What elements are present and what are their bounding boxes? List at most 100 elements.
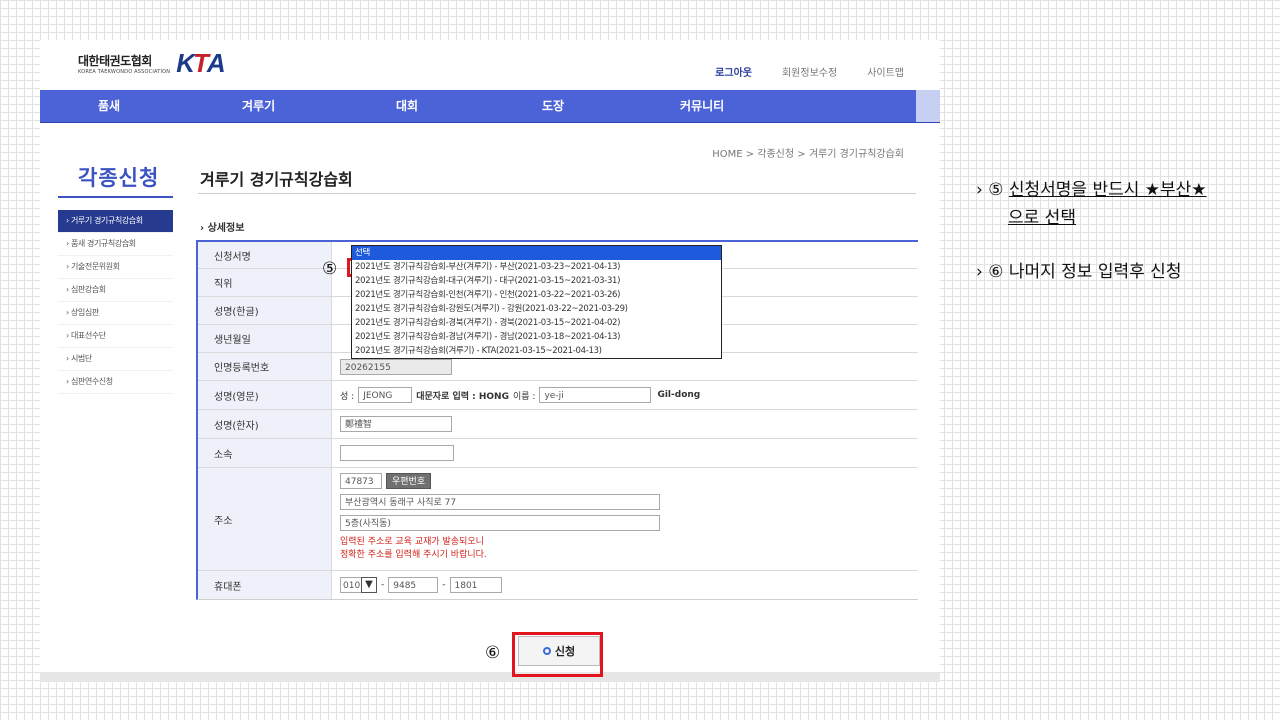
dropdown-option[interactable]: 2021년도 경기규칙강습회-경남(겨루기) - 경남(2021-03-18~2… xyxy=(352,330,721,344)
web-page: 대한태권도협회 KOREA TAEKWONDO ASSOCIATION KTA … xyxy=(40,40,940,682)
instruction-note-1-cont: 으로 선택 xyxy=(1008,203,1076,228)
note-1-prefix: › ⑤ xyxy=(976,180,1009,200)
form-label: 주소 xyxy=(198,468,332,570)
logo-english-text: KOREA TAEKWONDO ASSOCIATION xyxy=(78,68,171,75)
sidebar-item-label: 기술전문위원회 xyxy=(70,262,120,271)
page-title: 겨루기 경기규칙강습회 xyxy=(200,170,353,189)
surname-prefix: 성 : xyxy=(340,391,355,402)
chevron-down-icon[interactable]: ▼ xyxy=(361,577,377,593)
form-row-english-name: 성명(영문) 성 : JEONG 대문자로 입력 : HONG 이름 : ye-… xyxy=(198,381,918,410)
title-divider xyxy=(198,193,916,194)
section-title: › 상세정보 xyxy=(200,223,245,234)
phone-cell: 010 ▼ - 9485 - 1801 xyxy=(332,571,918,599)
affiliation-input[interactable] xyxy=(340,445,454,461)
affiliation-cell xyxy=(332,439,918,467)
given-name-prefix: 이름 : xyxy=(512,391,536,402)
form-label: 성명(영문) xyxy=(198,381,332,409)
address-notice: 입력된 주소로 교육 교재가 발송되오니 정확한 주소를 입력해 주시기 바랍니… xyxy=(340,536,487,562)
nav-item-kyorugi[interactable]: 겨루기 xyxy=(242,90,275,122)
sidebar-item-referee-training[interactable]: › 심판연수신청 xyxy=(58,371,173,394)
english-name-cell: 성 : JEONG 대문자로 입력 : HONG 이름 : ye-ji Gil-… xyxy=(332,381,918,409)
sidebar-item-label: 심판연수신청 xyxy=(70,377,113,386)
main-nav: 품새 겨루기 대회 도장 커뮤니티 xyxy=(40,90,940,123)
form-label: 인명등록번호 xyxy=(198,353,332,380)
sidebar-item-standing-referee[interactable]: › 상임심판 xyxy=(58,302,173,325)
uppercase-note: 대문자로 입력 : HONG xyxy=(416,391,509,402)
dropdown-option-busan[interactable]: 2021년도 경기규칙강습회-부산(겨루기) - 부산(2021-03-23~2… xyxy=(352,260,721,274)
postcode-input[interactable]: 47873 xyxy=(340,473,382,489)
sidebar-item-poomsae-seminar[interactable]: › 품새 경기규칙강습회 xyxy=(58,233,173,256)
sidebar-divider xyxy=(58,196,173,198)
hanja-name-input[interactable]: 鄭禮智 xyxy=(340,416,452,432)
highlight-submit-button xyxy=(512,632,603,677)
marker-six: ⑥ xyxy=(485,643,501,663)
form-label: 생년월일 xyxy=(198,325,332,352)
logo-korean-text: 대한태권도협회 xyxy=(78,53,152,68)
sidebar-item-label: 시범단 xyxy=(70,354,92,363)
address-cell: 47873 우편번호 부산광역시 동래구 사직로 77 5층(사직동) 입력된 … xyxy=(332,468,918,570)
sidebar-item-referee-seminar[interactable]: › 심판강습회 xyxy=(58,279,173,302)
kta-logo[interactable]: 대한태권도협회 KOREA TAEKWONDO ASSOCIATION KTA xyxy=(78,47,226,78)
english-given-name-input[interactable]: ye-ji xyxy=(539,387,652,403)
breadcrumb: HOME > 각종신청 > 겨루기 경기규칙강습회 xyxy=(712,149,904,160)
instruction-note-2: › ⑥ 나머지 정보 입력후 신청 xyxy=(976,262,1182,282)
dropdown-option[interactable]: 2021년도 경기규칙강습회-인천(겨루기) - 인천(2021-03-22~2… xyxy=(352,288,721,302)
hanja-name-cell: 鄭禮智 xyxy=(332,410,918,438)
given-name-example: Gil-dong xyxy=(657,390,701,400)
sidebar-item-label: 심판강습회 xyxy=(70,285,106,294)
form-label: 성명(한자) xyxy=(198,410,332,438)
postcode-button[interactable]: 우편번호 xyxy=(386,473,432,489)
sidebar-item-kyorugi-seminar[interactable]: › 거루기 경기규칙강습회 xyxy=(58,210,173,233)
sidebar-menu: › 거루기 경기규칙강습회 › 품새 경기규칙강습회 › 기술전문위원회 › 심… xyxy=(58,210,173,394)
address2-input[interactable]: 5층(사직동) xyxy=(340,515,660,531)
sidebar-item-label: 거루기 경기규칙강습회 xyxy=(70,216,143,225)
edit-profile-link[interactable]: 회원정보수정 xyxy=(782,64,837,79)
reg-number-field: 20262155 xyxy=(340,358,452,375)
note-1-line-2: 으로 선택 xyxy=(1008,208,1076,228)
top-links: 로그아웃 회원정보수정 사이트맵 xyxy=(715,64,904,79)
sitemap-link[interactable]: 사이트맵 xyxy=(867,64,904,79)
form-row-hanja-name: 성명(한자) 鄭禮智 xyxy=(198,410,918,439)
dropdown-option[interactable]: 선택 xyxy=(352,246,721,260)
sidebar-item-label: 품새 경기규칙강습회 xyxy=(70,239,136,248)
nav-end-cap xyxy=(916,90,940,122)
form-row-phone: 휴대폰 010 ▼ - 9485 - 1801 xyxy=(198,571,918,599)
phone-middle-input[interactable]: 9485 xyxy=(388,577,439,593)
nav-item-poomsae[interactable]: 품새 xyxy=(98,90,120,122)
phone-separator: - xyxy=(442,580,446,590)
dropdown-option[interactable]: 2021년도 경기규칙강습회-강원도(겨루기) - 강원(2021-03-22~… xyxy=(352,302,721,316)
logo-mark: KTA xyxy=(176,47,225,78)
form-label: 소속 xyxy=(198,439,332,467)
logout-link[interactable]: 로그아웃 xyxy=(715,64,752,79)
form-row-affiliation: 소속 xyxy=(198,439,918,468)
phone-separator: - xyxy=(381,580,385,590)
dropdown-option[interactable]: 2021년도 경기규칙강습회(겨루기) - KTA(2021-03-15~202… xyxy=(352,344,721,358)
nav-item-community[interactable]: 커뮤니티 xyxy=(680,90,724,122)
sidebar-title: 각종신청 xyxy=(78,166,160,190)
form-label: 신청서명 xyxy=(198,242,332,268)
nav-item-dojang[interactable]: 도장 xyxy=(542,90,564,122)
dropdown-option[interactable]: 2021년도 경기규칙강습회-경북(겨루기) - 경북(2021-03-15~2… xyxy=(352,316,721,330)
notice-line-2: 정확한 주소를 입력해 주시기 바랍니다. xyxy=(340,550,487,560)
form-label: 휴대폰 xyxy=(198,571,332,599)
note-1-line-1: 신청서명을 반드시 ★부산★ xyxy=(1008,180,1207,200)
phone-last-input[interactable]: 1801 xyxy=(449,577,502,593)
sidebar-item-label: 상임심판 xyxy=(70,308,99,317)
sidebar-item-label: 대표선수단 xyxy=(70,331,106,340)
nav-item-competition[interactable]: 대회 xyxy=(396,90,418,122)
form-label: 직위 xyxy=(198,269,332,296)
footer-strip xyxy=(40,672,940,682)
dropdown-option[interactable]: 2021년도 경기규칙강습회-대구(겨루기) - 대구(2021-03-15~2… xyxy=(352,274,721,288)
notice-line-1: 입력된 주소로 교육 교재가 발송되오니 xyxy=(340,537,484,547)
address1-input[interactable]: 부산광역시 동래구 사직로 77 xyxy=(340,494,660,510)
english-surname-input[interactable]: JEONG xyxy=(358,387,413,403)
instruction-note-1: › ⑤ 신청서명을 반드시 ★부산★ xyxy=(976,175,1207,200)
marker-five: ⑤ xyxy=(322,259,338,279)
form-row-address: 주소 47873 우편번호 부산광역시 동래구 사직로 77 5층(사직동) 입… xyxy=(198,468,918,571)
sidebar-item-demo-team[interactable]: › 시범단 xyxy=(58,348,173,371)
phone-prefix-select[interactable]: 010 xyxy=(340,577,362,593)
sidebar-item-national-team[interactable]: › 대표선수단 xyxy=(58,325,173,348)
sidebar-item-technical-committee[interactable]: › 기술전문위원회 xyxy=(58,256,173,279)
application-dropdown-list: 선택 2021년도 경기규칙강습회-부산(겨루기) - 부산(2021-03-2… xyxy=(351,245,722,359)
form-label: 성명(한글) xyxy=(198,297,332,324)
